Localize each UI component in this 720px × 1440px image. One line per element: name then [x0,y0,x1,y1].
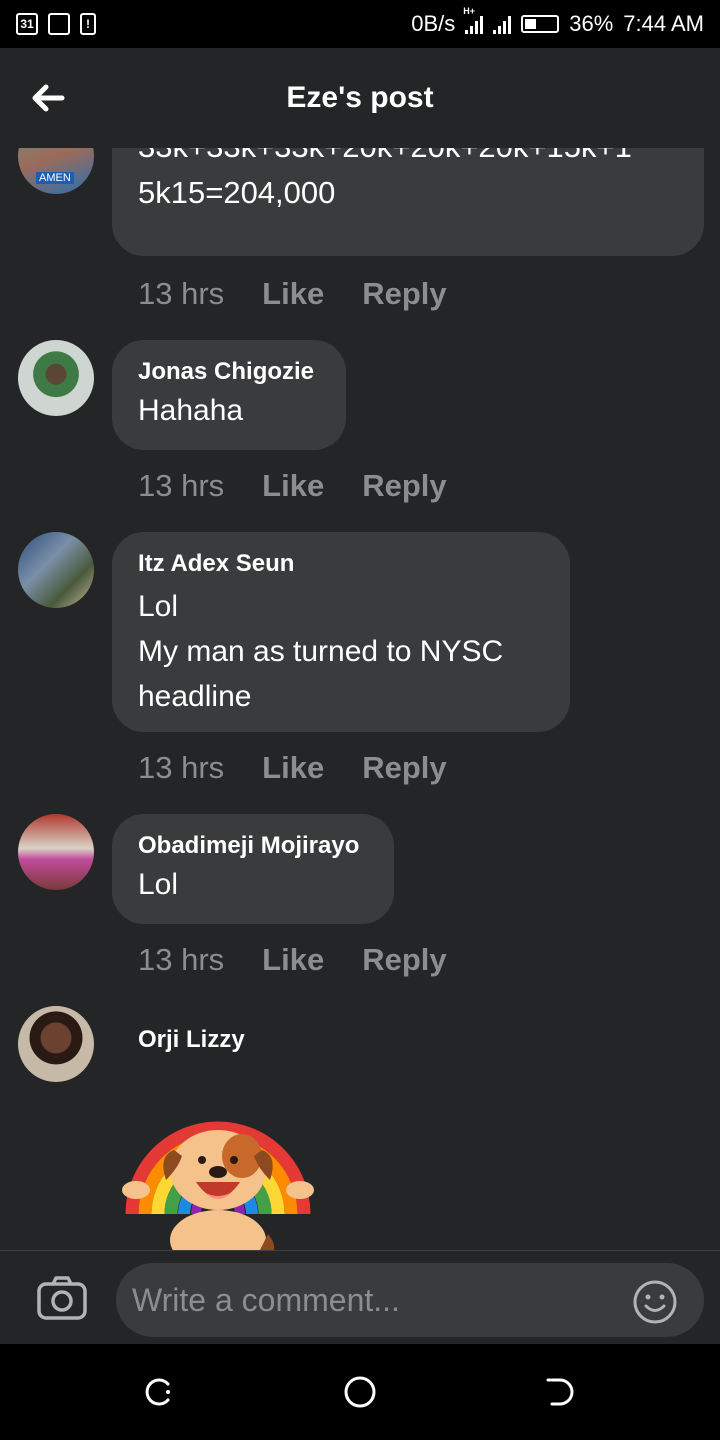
comment-bubble[interactable]: 33k+33k+33k+20k+20k+20k+15k+1 5k15=204,0… [112,148,704,256]
battery-level [525,19,537,29]
comment-bubble[interactable]: Itz Adex Seun Lol My man as turned to NY… [112,532,570,732]
signal-icon-2 [493,14,512,34]
like-button[interactable]: Like [262,468,324,504]
reply-button[interactable]: Reply [362,468,446,504]
comment-actions: 13 hrs Like Reply [138,942,447,978]
signal-icon: H+ [463,6,484,34]
alert-icon: ! [80,13,96,35]
avatar[interactable] [18,1006,94,1082]
avatar-label: AMEN [36,172,74,184]
cast-icon [48,13,70,35]
comment-input[interactable] [116,1263,704,1337]
avatar[interactable]: AMEN [18,148,94,194]
clock: 7:44 AM [623,11,704,36]
page-title: Eze's post [286,81,434,114]
comment-author[interactable]: Jonas Chigozie [138,358,320,386]
avatar[interactable] [18,532,94,608]
comment-text: Lol [138,868,179,901]
avatar[interactable] [18,340,94,416]
comment-composer [0,1250,720,1344]
comment-time: 13 hrs [138,942,225,977]
back-icon[interactable] [542,1374,578,1410]
avatar[interactable] [18,814,94,890]
comment-text: Lol My man as turned to NYSC headline [138,590,504,713]
like-button[interactable]: Like [262,750,324,786]
comment-text: Hahaha [138,394,244,427]
comment-time: 13 hrs [138,750,225,785]
like-button[interactable]: Like [262,942,324,978]
rainbow-dog-sticker[interactable] [118,1064,318,1250]
emoji-icon[interactable] [632,1279,678,1325]
home-icon[interactable] [342,1374,378,1410]
calendar-icon: 31 [16,13,38,35]
battery-icon [521,15,560,33]
battery-percent: 36% [569,11,614,36]
comment-author[interactable]: Orji Lizzy [138,1026,245,1054]
comment-author[interactable]: Itz Adex Seun [138,550,544,578]
comment-list[interactable]: AMEN 33k+33k+33k+20k+20k+20k+15k+1 5k15=… [0,148,720,1250]
comment-author[interactable]: Obadimeji Mojirayo [138,832,368,860]
net-type: H+ [463,6,475,16]
comment-bubble[interactable]: Jonas Chigozie Hahaha [112,340,346,450]
calendar-day: 31 [20,17,34,31]
recent-apps-icon[interactable] [142,1374,178,1410]
comment-bubble[interactable]: Obadimeji Mojirayo Lol [112,814,394,924]
status-bar: 31 ! 0B/s H+ 36% 7:44 AM [0,0,720,48]
comment-actions: 13 hrs Like Reply [138,276,447,312]
comment-time: 13 hrs [138,276,225,311]
comment-actions: 13 hrs Like Reply [138,750,447,786]
system-nav-bar [0,1344,720,1440]
net-speed: 0B/s [411,11,456,36]
back-arrow-icon[interactable] [28,78,68,118]
comment-time: 13 hrs [138,468,225,503]
camera-icon[interactable] [36,1275,88,1321]
comment-text: 33k+33k+33k+20k+20k+20k+15k+1 5k15=204,0… [138,148,632,210]
reply-button[interactable]: Reply [362,942,446,978]
app-header: Eze's post [0,48,720,148]
comment-actions: 13 hrs Like Reply [138,468,447,504]
reply-button[interactable]: Reply [362,276,446,312]
reply-button[interactable]: Reply [362,750,446,786]
like-button[interactable]: Like [262,276,324,312]
